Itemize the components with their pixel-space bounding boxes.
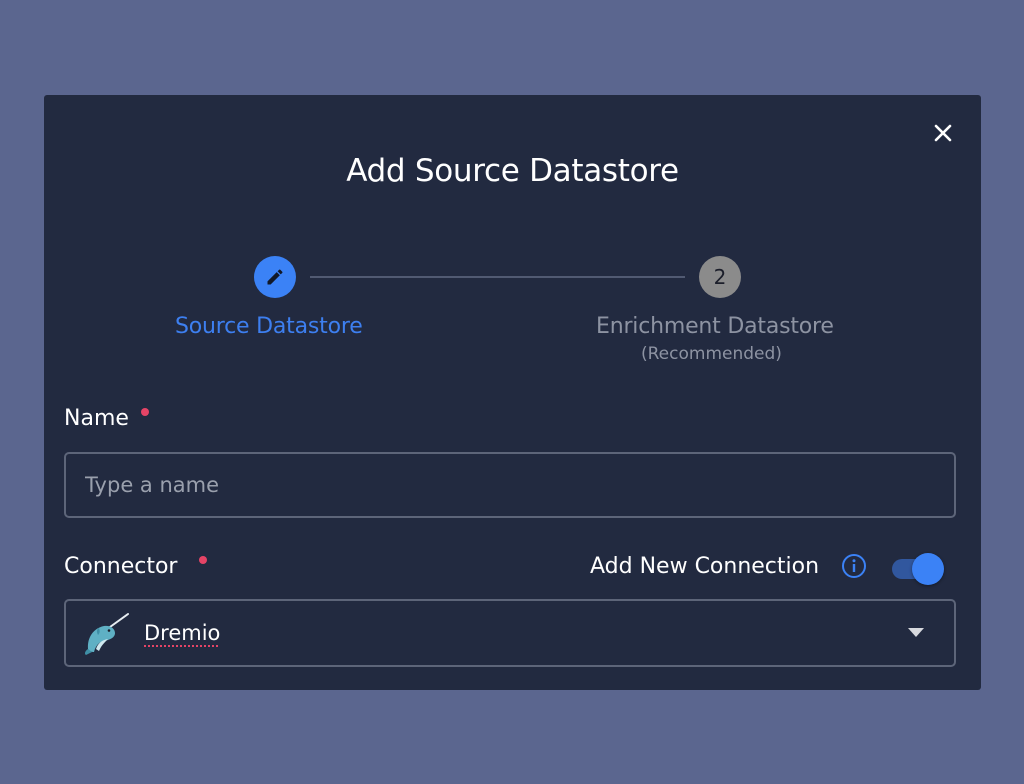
step-2-sublabel: (Recommended) — [641, 344, 782, 364]
name-input[interactable] — [66, 454, 954, 516]
name-required-dot — [141, 408, 149, 416]
step-2-number: 2 — [713, 265, 727, 289]
dialog-title: Add Source Datastore — [346, 153, 679, 189]
connector-selected-value: Dremio — [144, 621, 221, 645]
step-1-label: Source Datastore — [175, 314, 363, 339]
connector-select[interactable]: Dremio — [64, 599, 956, 667]
close-icon[interactable] — [931, 121, 955, 145]
stepper-connector-line — [310, 276, 685, 278]
toggle-thumb — [912, 553, 944, 585]
name-label: Name — [64, 406, 129, 431]
add-new-connection-label: Add New Connection — [590, 554, 820, 579]
info-icon[interactable] — [841, 553, 867, 579]
step-2-indicator: 2 — [699, 256, 741, 298]
connector-required-dot — [199, 556, 207, 564]
name-field-container — [64, 452, 956, 518]
step-2-label: Enrichment Datastore — [596, 314, 834, 339]
narwhal-logo-icon — [84, 611, 130, 655]
step-1-indicator — [254, 256, 296, 298]
chevron-down-icon — [908, 628, 924, 637]
add-source-datastore-dialog: Add Source Datastore Source Datastore 2 … — [44, 95, 981, 690]
add-new-connection-toggle[interactable] — [890, 553, 946, 585]
connector-label: Connector — [64, 554, 178, 579]
pencil-icon — [267, 269, 283, 285]
